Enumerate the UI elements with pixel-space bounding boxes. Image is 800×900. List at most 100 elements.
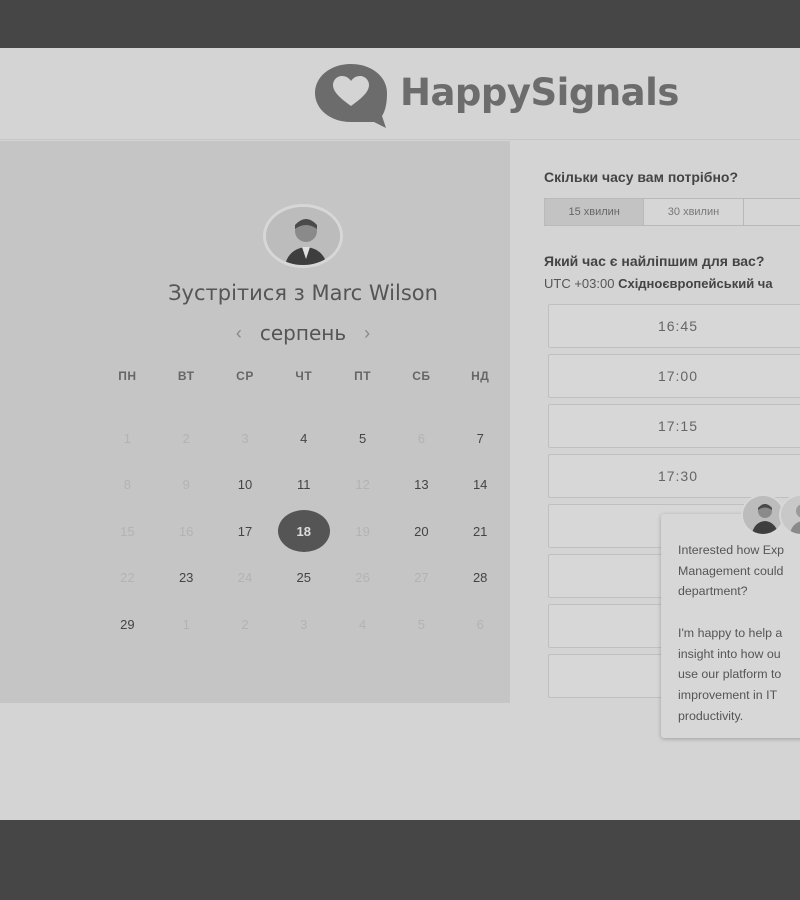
calendar-day-label: 23 xyxy=(178,570,194,586)
calendar-day: 26 xyxy=(333,555,392,602)
calendar-day-label: 17 xyxy=(237,523,253,539)
calendar-day-label: 21 xyxy=(472,523,488,539)
calendar-day-label: 8 xyxy=(123,477,132,493)
month-label: серпень xyxy=(259,321,347,345)
calendar-day-label: 13 xyxy=(414,477,429,493)
calendar-day[interactable]: 5 xyxy=(333,415,392,462)
calendar-day-label: 6 xyxy=(476,616,484,632)
time-question: Який час є найліпшим для вас? xyxy=(544,253,765,269)
calendar-day-label: 26 xyxy=(355,570,370,586)
calendar-day-label: 15 xyxy=(120,523,135,539)
calendar-day[interactable]: 20 xyxy=(392,508,451,555)
calendar-day-label: 12 xyxy=(355,477,370,493)
calendar-day: 3 xyxy=(274,601,333,648)
calendar-day[interactable]: 4 xyxy=(274,415,333,462)
calendar-day: 22 xyxy=(98,555,157,602)
timezone-name: Східноєвропейський ча xyxy=(618,276,773,291)
calendar-day[interactable]: 11 xyxy=(274,462,333,509)
calendar-day: 6 xyxy=(451,601,510,648)
calendar-day-label: 29 xyxy=(120,616,135,632)
calendar-day: 8 xyxy=(98,462,157,509)
calendar-day[interactable]: 21 xyxy=(451,508,510,555)
calendar-grid: пн вт ср чт пт сб нд 1 2 3 4 5 6 7 8 9 10 11 12 13 14 15 16 17 1… xyxy=(98,369,510,648)
calendar-day-label: 19 xyxy=(355,523,370,539)
chat-line: I'm happy to help a xyxy=(678,625,783,640)
chat-line: use our platform to xyxy=(678,667,782,682)
duration-option[interactable] xyxy=(743,199,800,225)
calendar-day[interactable]: 10 xyxy=(216,462,275,509)
calendar-day-label: 5 xyxy=(358,430,367,446)
chat-line: productivity. xyxy=(678,708,744,723)
calendar-day-label: 14 xyxy=(472,477,488,493)
calendar-day: 24 xyxy=(216,555,275,602)
calendar-day-label: 1 xyxy=(182,616,190,632)
timezone-selector[interactable]: UTC +03:00 Східноєвропейський ча xyxy=(544,276,773,291)
weekday-header: ср xyxy=(236,369,254,383)
calendar-day-label: 4 xyxy=(358,616,367,632)
chat-message-offer: I'm happy to help a insight into how ou us… xyxy=(678,623,800,727)
calendar-day-selected[interactable]: 18 xyxy=(274,508,333,555)
time-slot-button[interactable]: 17:00 xyxy=(548,354,800,398)
calendar-day-label: 11 xyxy=(297,477,311,493)
calendar-day[interactable]: 13 xyxy=(392,462,451,509)
host-avatar xyxy=(263,204,343,268)
calendar-day-label: 18 xyxy=(277,510,330,553)
calendar-day-label: 28 xyxy=(472,570,488,586)
calendar-day-label: 20 xyxy=(414,523,429,539)
calendar-day-label: 16 xyxy=(178,523,194,539)
calendar-day: 16 xyxy=(157,508,216,555)
calendar-day-label: 6 xyxy=(417,430,425,446)
calendar-day[interactable]: 7 xyxy=(451,415,510,462)
calendar-day: 3 xyxy=(216,415,275,462)
chat-line: Management could xyxy=(678,563,784,578)
time-slot-button[interactable]: 17:30 xyxy=(548,454,800,498)
chat-agent-avatars[interactable] xyxy=(741,494,800,536)
calendar-day[interactable]: 28 xyxy=(451,555,510,602)
calendar-spacer xyxy=(98,393,510,415)
calendar-day: 15 xyxy=(98,508,157,555)
duration-selector: 15 хвилин 30 хвилин xyxy=(544,198,800,226)
chat-line: Interested how Exp xyxy=(678,543,785,557)
calendar-day: 4 xyxy=(333,601,392,648)
calendar-day[interactable]: 17 xyxy=(216,508,275,555)
duration-option[interactable]: 15 хвилин xyxy=(545,199,645,225)
calendar-day: 9 xyxy=(157,462,216,509)
weekday-header: пт xyxy=(354,369,372,383)
calendar-day: 19 xyxy=(333,508,392,555)
chevron-right-icon[interactable]: › xyxy=(364,323,370,344)
calendar-day-label: 9 xyxy=(182,477,190,493)
weekday-header: нд xyxy=(471,369,490,383)
calendar-day: 12 xyxy=(333,462,392,509)
calendar-day-label: 5 xyxy=(417,616,425,632)
calendar-day[interactable]: 29 xyxy=(98,601,157,648)
calendar-day: 1 xyxy=(98,415,157,462)
calendar-day-label: 10 xyxy=(237,477,253,493)
time-slot-button[interactable]: 16:45 xyxy=(548,304,800,348)
calendar-day[interactable]: 25 xyxy=(274,555,333,602)
calendar-day-label: 3 xyxy=(300,616,308,632)
calendar-day: 5 xyxy=(392,601,451,648)
chat-popup[interactable]: Interested how Exp Management could depart… xyxy=(661,514,800,738)
calendar-day: 6 xyxy=(392,415,451,462)
calendar-day-label: 4 xyxy=(300,430,308,446)
header: HappySignals xyxy=(0,48,800,140)
calendar-day-label: 2 xyxy=(241,616,249,632)
heart-speech-bubble-icon xyxy=(315,64,387,128)
calendar-day-label: 2 xyxy=(182,430,190,446)
chevron-left-icon[interactable]: ‹ xyxy=(236,323,242,344)
brand-logo[interactable]: HappySignals xyxy=(312,60,679,130)
time-slot-button[interactable]: 17:15 xyxy=(548,404,800,448)
calendar-day[interactable]: 23 xyxy=(157,555,216,602)
calendar-day: 2 xyxy=(216,601,275,648)
chat-line: insight into how ou xyxy=(678,646,781,661)
calendar-day-label: 1 xyxy=(123,430,132,446)
duration-option[interactable]: 30 хвилин xyxy=(644,199,744,225)
calendar-day[interactable]: 14 xyxy=(451,462,510,509)
weekday-header: вт xyxy=(177,369,195,383)
weekday-header: чт xyxy=(295,369,313,383)
chat-message-intro: Interested how Exp Management could depart… xyxy=(678,540,800,602)
chat-agent-avatar-2 xyxy=(779,494,800,536)
weekday-header: сб xyxy=(412,369,431,383)
calendar-day: 1 xyxy=(157,601,216,648)
calendar-day-label: 7 xyxy=(476,430,484,446)
